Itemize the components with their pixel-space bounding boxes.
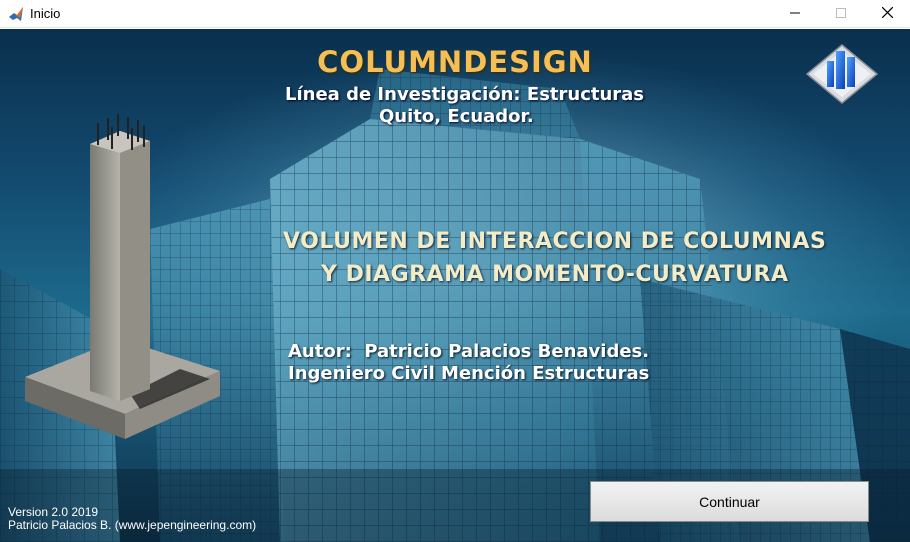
window-titlebar: Inicio bbox=[0, 0, 910, 28]
close-button[interactable] bbox=[864, 0, 910, 28]
matlab-icon bbox=[8, 6, 24, 22]
continue-button[interactable]: Continuar bbox=[590, 481, 869, 522]
location-text: Quito, Ecuador. bbox=[379, 106, 534, 127]
splash-panel: COLUMNDESIGN Línea de Investigación: Est… bbox=[0, 29, 910, 542]
subtitle-line2: Y DIAGRAMA MOMENTO-CURVATURA bbox=[321, 262, 789, 287]
window-title: Inicio bbox=[30, 6, 61, 21]
research-line-text: Línea de Investigación: Estructuras bbox=[285, 84, 645, 105]
author-degree: Ingeniero Civil Mención Estructuras bbox=[288, 363, 650, 384]
credit-label: Patricio Palacios B. (www.jepengineering… bbox=[8, 518, 257, 532]
close-icon bbox=[881, 5, 893, 23]
maximize-button[interactable] bbox=[818, 0, 864, 28]
app-name-title: COLUMNDESIGN bbox=[317, 45, 593, 79]
minimize-button[interactable] bbox=[772, 0, 818, 28]
subtitle-line1: VOLUMEN DE INTERACCION DE COLUMNAS bbox=[283, 229, 827, 254]
author-name: Autor: Patricio Palacios Benavides. bbox=[288, 341, 650, 362]
minimize-icon bbox=[790, 5, 800, 23]
version-label: Version 2.0 2019 bbox=[8, 505, 99, 519]
maximize-icon bbox=[836, 5, 846, 23]
concrete-column-image bbox=[25, 114, 220, 439]
